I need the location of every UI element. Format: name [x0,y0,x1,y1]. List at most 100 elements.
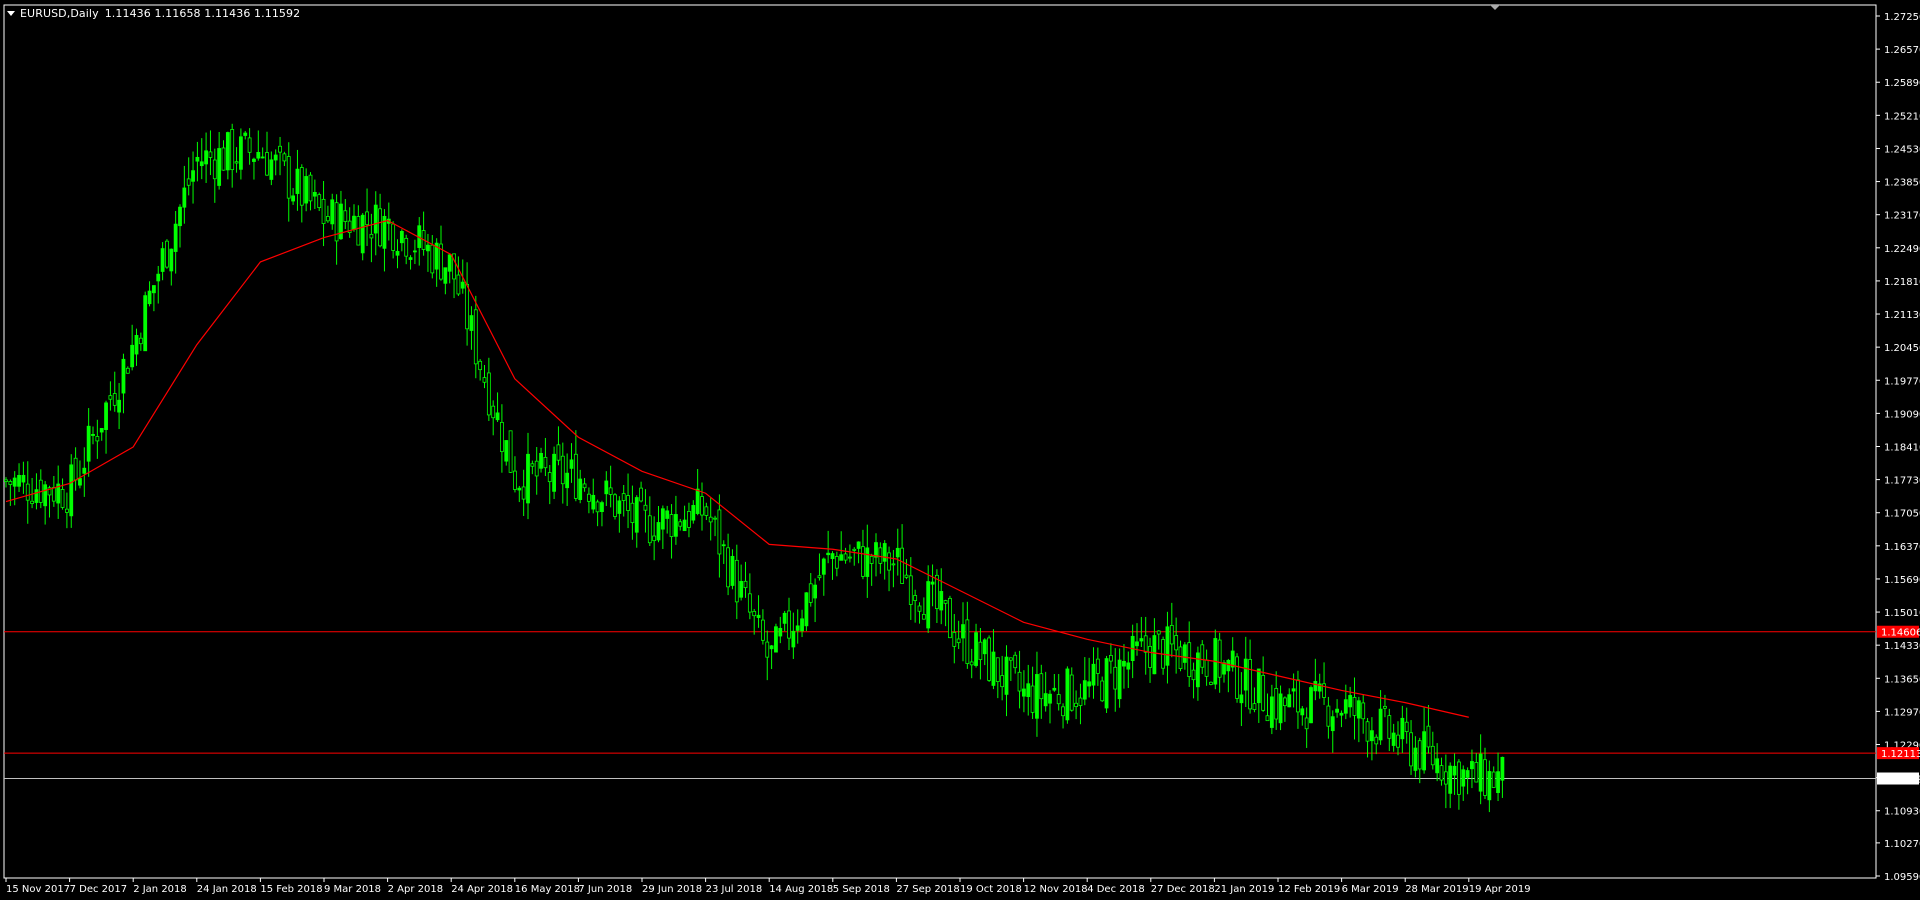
candle-body [987,637,991,681]
candle-body [1100,680,1105,702]
candle-body [1091,663,1096,686]
x-tick-label: 21 Jan 2019 [1214,884,1274,895]
candle-body [1048,693,1052,704]
candle-body [674,514,678,537]
price-label-1.11592: 1.11592 [1881,775,1920,786]
y-tick-label: 1.17730 [1884,476,1920,487]
candle-body [1022,688,1026,697]
candle-body [343,210,348,222]
candle-body [1200,644,1205,668]
candle-body [613,494,617,517]
candle-body [491,405,496,419]
x-tick-label: 28 Mar 2019 [1405,884,1468,895]
x-tick-label: 9 Mar 2018 [324,884,381,895]
x-tick-label: 7 Jun 2018 [578,884,632,895]
candle-body [1339,712,1344,716]
candle-body [299,167,304,206]
candle-body [117,399,121,413]
candle-body [291,195,296,202]
y-tick-label: 1.21810 [1884,277,1920,288]
candle-body [21,474,26,483]
candle-body [1235,656,1239,699]
candle-body [369,233,374,239]
candle-body [330,199,335,225]
candle-body [1330,716,1335,732]
candle-body [813,584,817,599]
candle-body [1074,702,1078,707]
candle-body [861,546,865,577]
candle-body [782,612,787,624]
candle-body [900,547,904,584]
candle-body [1265,715,1270,722]
candle-body [761,619,765,641]
candle-body [447,254,452,272]
x-tick-label: 27 Dec 2018 [1151,884,1215,895]
candle-body [1243,658,1248,691]
candle-body [1496,771,1500,794]
price-chart[interactable]: 1.27250 1.26570 1.25890 1.25210 1.24530 1.238… [0,0,1920,900]
candle-body [443,267,448,284]
candle-body [395,250,400,256]
x-tick-label: 24 Jan 2018 [197,884,257,895]
chart-shift-marker-icon[interactable] [1490,5,1500,10]
candle-body [887,552,891,571]
candle-body [1256,668,1261,704]
candle-body [865,547,870,577]
candle-body [1283,697,1287,707]
candle-body [1126,662,1131,670]
x-tick-label: 14 Aug 2018 [769,884,833,895]
candle-body [160,248,165,272]
candle-body [1056,694,1061,705]
candle-body [173,223,178,252]
candle-body [878,547,883,564]
candle-body [626,495,630,511]
candle-body [391,223,396,251]
y-tick-label: 1.19090 [1884,409,1920,420]
candle-body [956,638,961,644]
candle-body [1182,644,1187,663]
candle-body [191,170,195,182]
candle-body [252,158,256,162]
candle-body [995,657,1000,682]
y-tick-label: 1.10930 [1884,807,1920,818]
candle-body [1113,666,1118,690]
candle-body [108,395,113,400]
y-tick-label: 1.15010 [1884,608,1920,619]
candle-body [1209,681,1213,685]
candle-body [1487,771,1492,801]
candle-body [156,273,161,282]
candle-body [639,487,643,502]
candle-body [1004,656,1009,695]
candle-body [787,610,791,639]
x-tick-label: 12 Nov 2018 [1024,884,1088,895]
candle-body [869,555,874,564]
candle-body [1391,732,1396,746]
candle-body [687,511,691,528]
candle-body [513,470,517,490]
candle-body [582,483,587,489]
candle-body [25,483,30,501]
candle-body [1474,762,1479,783]
candle-body [539,452,543,469]
candle-body [204,150,209,165]
candle-body [565,472,570,489]
candle-body [595,501,600,513]
candle-body [1143,635,1148,653]
candle-body [1352,697,1357,716]
candle-body [225,132,230,171]
moving-average-line[interactable] [5,219,1469,718]
candle-body [682,519,687,532]
candle-body [508,430,513,473]
y-tick-label: 1.17050 [1884,509,1920,520]
candle-body [1122,660,1126,667]
candle-body [130,344,135,368]
chart-window[interactable]: EURUSD,Daily 1.11436 1.11658 1.11436 1.1… [0,0,1920,900]
candle-body [1000,675,1005,688]
candle-body [991,651,996,686]
y-tick-label: 1.19770 [1884,376,1920,387]
candle-body [935,574,939,609]
candle-body [378,208,383,247]
y-tick-label: 1.26570 [1884,45,1920,56]
candle-body [1500,756,1505,781]
candle-body [1095,658,1100,674]
